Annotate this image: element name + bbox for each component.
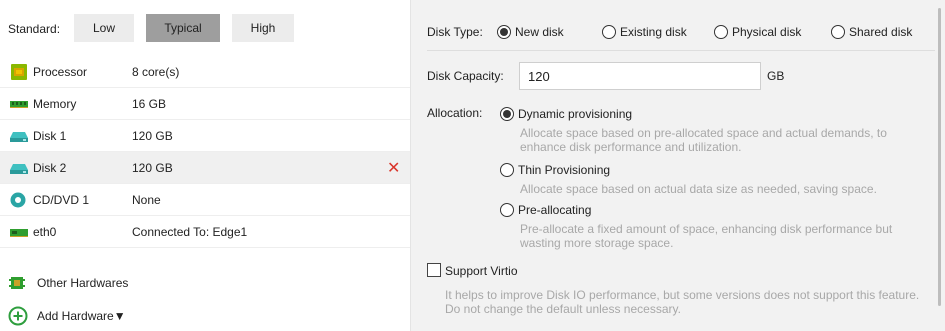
hardware-row-disk-1[interactable]: Disk 1 120 GB [0, 120, 410, 152]
add-hardware-label: Add Hardware▼ [37, 309, 126, 323]
hardware-name: CD/DVD 1 [33, 193, 90, 207]
hardware-row-processor[interactable]: Processor 8 core(s) [0, 56, 410, 88]
allocation-preallocating-description: Pre-allocate a fixed amount of space, en… [520, 222, 893, 250]
circuit-board-icon [9, 277, 25, 289]
hardware-name: Disk 1 [33, 129, 67, 143]
disk-capacity-unit: GB [767, 69, 785, 83]
allocation-label: Allocation: [427, 106, 483, 120]
other-hardwares-label: Other Hardwares [37, 276, 129, 290]
delete-hardware-button[interactable]: ✕ [387, 158, 400, 178]
disk-icon [10, 164, 28, 174]
hardware-row-eth0[interactable]: eth0 Connected To: Edge1 [0, 216, 410, 248]
hardware-value: Connected To: Edge1 [132, 225, 248, 239]
scrollbar[interactable] [938, 8, 941, 306]
hardware-value: None [132, 193, 161, 207]
disk-icon [10, 132, 28, 142]
memory-icon [10, 101, 28, 108]
standard-label: Standard: [8, 22, 61, 36]
add-hardware-button[interactable]: Add Hardware▼ [0, 300, 200, 330]
hardware-name: Memory [33, 97, 77, 111]
hardware-list: Processor 8 core(s) Memory 16 GB Disk 1 … [0, 56, 410, 248]
hardware-name: Processor [33, 65, 88, 79]
disk-type-label: Disk Type: [427, 25, 483, 39]
other-hardwares[interactable]: Other Hardwares [0, 267, 200, 297]
standard-typical-button[interactable]: Typical [146, 14, 220, 42]
disk-type-row: Disk Type: New disk Existing disk Physic… [427, 25, 913, 39]
standard-selector: Standard: Low Typical High [0, 0, 410, 56]
hardware-value: 8 core(s) [132, 65, 180, 79]
hardware-name: Disk 2 [33, 161, 67, 175]
standard-low-button[interactable]: Low [74, 14, 134, 42]
allocation-thin-description: Allocate space based on actual data size… [520, 182, 877, 196]
processor-icon [11, 64, 27, 80]
hardware-panel: Standard: Low Typical High Processor 8 c… [0, 0, 410, 331]
hardware-name: eth0 [33, 225, 57, 239]
support-virtio-label: Support Virtio [445, 264, 518, 278]
support-virtio-description: It helps to improve Disk IO performance,… [445, 288, 920, 316]
disk-settings-panel: Disk Type: New disk Existing disk Physic… [410, 0, 945, 331]
allocation-dynamic-description: Allocate space based on pre-allocated sp… [520, 126, 887, 154]
disk-capacity-label: Disk Capacity: [427, 69, 504, 83]
disk-capacity-input[interactable] [519, 62, 761, 90]
cd-dvd-icon [10, 192, 26, 208]
divider [427, 50, 935, 51]
hardware-row-memory[interactable]: Memory 16 GB [0, 88, 410, 120]
hardware-value: 16 GB [132, 97, 167, 111]
network-card-icon [10, 229, 28, 237]
support-virtio-checkbox[interactable]: Support Virtio [427, 263, 627, 281]
hardware-value: 120 GB [132, 161, 173, 175]
hardware-row-cd-dvd-1[interactable]: CD/DVD 1 None [0, 184, 410, 216]
standard-high-button[interactable]: High [232, 14, 294, 42]
add-circle-icon [8, 306, 28, 326]
hardware-row-disk-2[interactable]: Disk 2 120 GB ✕ [0, 152, 410, 184]
hardware-value: 120 GB [132, 129, 173, 143]
